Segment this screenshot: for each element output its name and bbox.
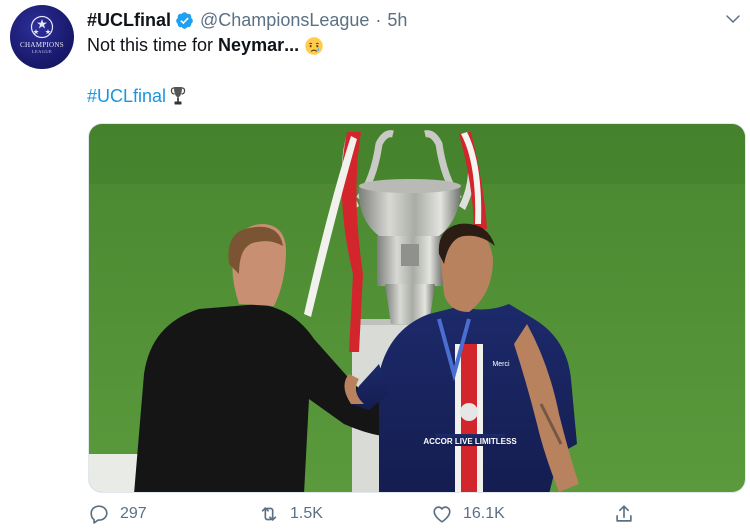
avatar[interactable]: CHAMPIONS LEAGUE [10, 5, 74, 69]
timestamp[interactable]: 5h [387, 10, 407, 31]
retweet-icon [261, 507, 277, 521]
tweet-text-prefix: Not this time for [87, 35, 219, 55]
like-count: 16.1K [463, 505, 505, 522]
photo-scene: ACCOR LIVE LIMITLESS Merci [89, 124, 745, 492]
jersey-sponsor: ACCOR LIVE LIMITLESS [423, 437, 517, 446]
share-icon [616, 505, 632, 522]
like-button[interactable]: 16.1K [431, 503, 505, 525]
starball-icon [30, 15, 54, 38]
trophy-icon [170, 87, 186, 105]
handle[interactable]: @ChampionsLeague [200, 10, 369, 31]
hashtag-link[interactable]: #UCLfinal [87, 86, 166, 107]
separator-dot: · [375, 9, 382, 30]
chevron-down-icon[interactable] [724, 10, 742, 28]
tweet-header: #UCLfinal @ChampionsLeague · 5h [87, 8, 407, 32]
tweet-photo[interactable]: ACCOR LIVE LIMITLESS Merci [88, 123, 746, 493]
avatar-brand-subtext: LEAGUE [31, 48, 53, 54]
reply-button[interactable]: 297 [88, 503, 147, 525]
tweet-text-suffix: ... [284, 35, 300, 55]
reply-count: 297 [120, 505, 147, 522]
tweet-actions: 297 1.5K 16.1K [88, 503, 648, 531]
jersey-brand: Merci [492, 361, 510, 368]
retweet-button[interactable]: 1.5K [258, 503, 323, 525]
tweet-hashtag-line: #UCLfinal [87, 85, 186, 107]
tweet-text-bold: Neymar [218, 35, 285, 55]
crying-face-icon [305, 36, 323, 55]
display-name[interactable]: #UCLfinal [87, 10, 171, 31]
heart-icon [433, 506, 451, 523]
verified-badge-icon [176, 11, 193, 29]
reply-icon [90, 505, 108, 524]
tweet[interactable]: CHAMPIONS LEAGUE #UCLfinal @ChampionsLea… [0, 0, 750, 531]
tweet-text: Not this time for Neymar ... [87, 35, 324, 56]
retweet-count: 1.5K [290, 505, 323, 522]
share-button[interactable] [613, 503, 635, 525]
avatar-brand-text: CHAMPIONS [20, 40, 64, 49]
